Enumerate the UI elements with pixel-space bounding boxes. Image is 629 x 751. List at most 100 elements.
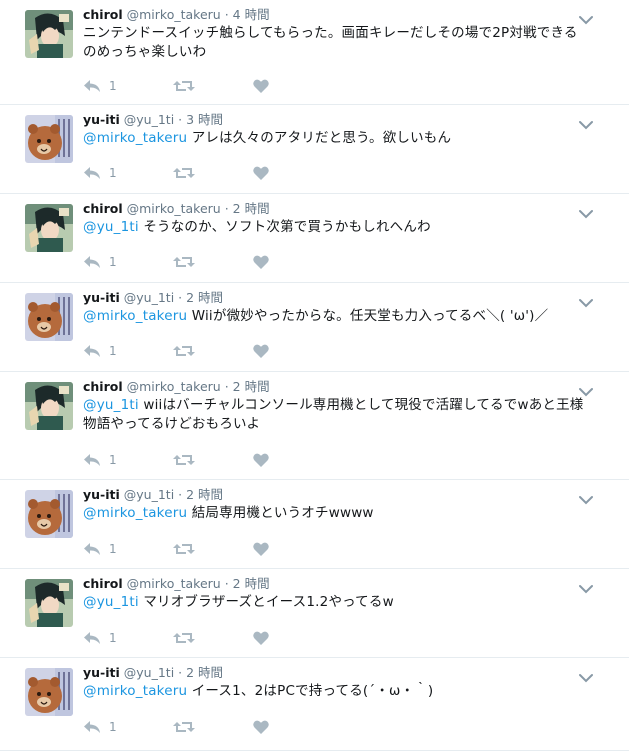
like-button[interactable] (253, 79, 293, 93)
chevron-down-icon[interactable] (579, 10, 593, 25)
chevron-down-icon[interactable] (579, 293, 593, 308)
user-handle[interactable]: @mirko_takeru (127, 7, 221, 22)
avatar[interactable] (25, 579, 73, 627)
heart-icon (253, 542, 269, 556)
chevron-down-icon[interactable] (579, 668, 593, 683)
display-name[interactable]: yu-iti (83, 290, 120, 305)
timestamp[interactable]: 2 時間 (186, 487, 223, 502)
user-handle[interactable]: @yu_1ti (124, 290, 174, 305)
chevron-down-icon[interactable] (579, 115, 593, 130)
timestamp[interactable]: 2 時間 (186, 665, 223, 680)
avatar[interactable] (25, 204, 73, 252)
avatar[interactable] (25, 490, 73, 538)
tweet[interactable]: yu-iti @yu_1ti · 3 時間 @mirko_takeru アレは久… (0, 105, 629, 194)
tweet[interactable]: yu-iti @yu_1ti · 2 時間 @mirko_takeru 結局専用… (0, 480, 629, 569)
tweet[interactable]: chirol @mirko_takeru · 2 時間 @yu_1ti マリオブ… (0, 569, 629, 658)
user-handle[interactable]: @yu_1ti (124, 487, 174, 502)
tweet[interactable]: yu-iti @yu_1ti · 2 時間 @mirko_takeru イース1… (0, 658, 629, 751)
like-button[interactable] (253, 255, 293, 269)
tweet[interactable]: chirol @mirko_takeru · 4 時間 ニンテンドースイッチ触ら… (0, 0, 629, 105)
heart-icon (253, 453, 269, 467)
tweet-header: chirol @mirko_takeru · 4 時間 (83, 6, 589, 23)
separator: · (174, 487, 187, 502)
tweet[interactable]: yu-iti @yu_1ti · 2 時間 @mirko_takeru Wiiが… (0, 283, 629, 372)
tweet-header: chirol @mirko_takeru · 2 時間 (83, 378, 589, 395)
chevron-down-icon[interactable] (579, 490, 593, 505)
tweet-header: chirol @mirko_takeru · 2 時間 (83, 200, 589, 217)
tweet-text: ニンテンドースイッチ触らしてもらった。画面キレーだしその場で2P対戦できるのめっ… (83, 24, 589, 62)
mention-link[interactable]: @mirko_takeru (83, 130, 187, 146)
reply-button[interactable]: 1 (83, 79, 173, 93)
heart-icon (253, 344, 269, 358)
display-name[interactable]: yu-iti (83, 112, 120, 127)
like-button[interactable] (253, 631, 293, 645)
display-name[interactable]: chirol (83, 7, 123, 22)
reply-button[interactable]: 1 (83, 255, 173, 269)
tweet-header: chirol @mirko_takeru · 2 時間 (83, 575, 589, 592)
avatar[interactable] (25, 382, 73, 430)
user-handle[interactable]: @mirko_takeru (127, 576, 221, 591)
avatar[interactable] (25, 293, 73, 341)
timestamp[interactable]: 2 時間 (233, 201, 270, 216)
heart-icon (253, 255, 269, 269)
avatar[interactable] (25, 10, 73, 58)
display-name[interactable]: yu-iti (83, 665, 120, 680)
reply-button[interactable]: 1 (83, 720, 173, 734)
timestamp[interactable]: 2 時間 (186, 290, 223, 305)
tweet[interactable]: chirol @mirko_takeru · 2 時間 @yu_1ti wiiは… (0, 372, 629, 480)
display-name[interactable]: chirol (83, 576, 123, 591)
chevron-down-icon[interactable] (579, 204, 593, 219)
separator: · (220, 201, 233, 216)
tweet-body: アレは久々のアタリだと思う。欲しいもん (187, 130, 452, 146)
like-button[interactable] (253, 166, 293, 180)
tweet-actions: 1 (83, 163, 293, 183)
reply-button[interactable]: 1 (83, 344, 173, 358)
like-button[interactable] (253, 720, 293, 734)
display-name[interactable]: yu-iti (83, 487, 120, 502)
tweet[interactable]: chirol @mirko_takeru · 2 時間 @yu_1ti そうなの… (0, 194, 629, 283)
timestamp[interactable]: 4 時間 (233, 7, 270, 22)
display-name[interactable]: chirol (83, 201, 123, 216)
mention-link[interactable]: @yu_1ti (83, 397, 139, 413)
user-handle[interactable]: @mirko_takeru (127, 201, 221, 216)
timestamp[interactable]: 3 時間 (186, 112, 223, 127)
mention-link[interactable]: @yu_1ti (83, 594, 139, 610)
mention-link[interactable]: @yu_1ti (83, 219, 139, 235)
display-name[interactable]: chirol (83, 379, 123, 394)
reply-icon (83, 255, 101, 269)
like-button[interactable] (253, 344, 293, 358)
retweet-button[interactable] (173, 344, 253, 358)
separator: · (174, 290, 187, 305)
chevron-down-icon[interactable] (579, 579, 593, 594)
reply-icon (83, 166, 101, 180)
reply-count: 1 (109, 255, 117, 269)
mention-link[interactable]: @mirko_takeru (83, 505, 187, 521)
reply-button[interactable]: 1 (83, 542, 173, 556)
reply-button[interactable]: 1 (83, 453, 173, 467)
retweet-button[interactable] (173, 631, 253, 645)
separator: · (220, 7, 233, 22)
retweet-button[interactable] (173, 542, 253, 556)
retweet-button[interactable] (173, 79, 253, 93)
avatar[interactable] (25, 115, 73, 163)
retweet-button[interactable] (173, 453, 253, 467)
timestamp[interactable]: 2 時間 (233, 576, 270, 591)
tweet-actions: 1 (83, 341, 293, 361)
reply-button[interactable]: 1 (83, 631, 173, 645)
user-handle[interactable]: @yu_1ti (124, 665, 174, 680)
timestamp[interactable]: 2 時間 (233, 379, 270, 394)
user-handle[interactable]: @yu_1ti (124, 112, 174, 127)
user-handle[interactable]: @mirko_takeru (127, 379, 221, 394)
mention-link[interactable]: @mirko_takeru (83, 683, 187, 699)
avatar[interactable] (25, 668, 73, 716)
retweet-button[interactable] (173, 255, 253, 269)
like-button[interactable] (253, 453, 293, 467)
reply-button[interactable]: 1 (83, 166, 173, 180)
retweet-button[interactable] (173, 166, 253, 180)
mention-link[interactable]: @mirko_takeru (83, 308, 187, 324)
chevron-down-icon[interactable] (579, 382, 593, 397)
like-button[interactable] (253, 542, 293, 556)
retweet-button[interactable] (173, 720, 253, 734)
reply-count: 1 (109, 79, 117, 93)
tweet-actions: 1 (83, 252, 293, 272)
